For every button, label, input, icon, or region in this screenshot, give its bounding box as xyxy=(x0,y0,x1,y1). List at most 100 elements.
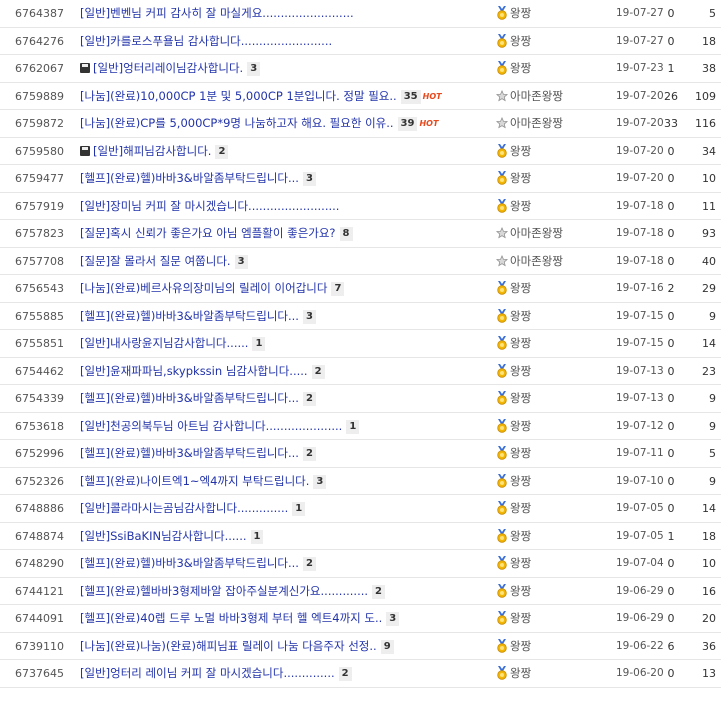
medal-icon xyxy=(497,143,507,158)
list-item: 6759872 [나눔](완료)CP를 5,000CP*9명 나눔하고자 해요.… xyxy=(0,110,721,138)
post-title-link[interactable]: [헬프](완료)헬)바바3&바알좀부탁드립니다... 2 xyxy=(80,385,490,412)
comment-count-badge[interactable]: 2 xyxy=(302,392,316,406)
post-author[interactable]: 아마존왕짱 xyxy=(496,220,611,247)
post-author[interactable]: 왕짱 xyxy=(496,28,611,55)
post-author[interactable]: 아마존왕짱 xyxy=(496,248,611,275)
view-count: 16 xyxy=(702,584,716,598)
post-title-link[interactable]: [나눔](완료)CP를 5,000CP*9명 나눔하고자 해요. 필요한 이유.… xyxy=(80,110,490,137)
post-author[interactable]: 왕짱 xyxy=(496,55,611,82)
recommend-count: 0 xyxy=(667,172,675,185)
post-title-link[interactable]: [일반]윤재파파님,skypkssin 님감사합니다..... 2 xyxy=(80,358,490,385)
post-title-link[interactable]: [일반]천공의북두님 아트님 감사합니다....................… xyxy=(80,413,490,440)
post-title-link[interactable]: [헬프](완료)나이트엑1~엑4까지 부탁드립니다. 3 xyxy=(80,468,490,495)
comment-count-badge[interactable]: 3 xyxy=(302,172,316,186)
post-author[interactable]: 왕짱 xyxy=(496,495,611,522)
view-count: 116 xyxy=(695,117,716,130)
post-title-link[interactable]: [헬프](완료)헬)바바3&바알좀부탁드립니다... 2 xyxy=(80,550,490,577)
comment-count-badge[interactable]: 1 xyxy=(250,529,264,544)
author-name: 아마존왕짱 xyxy=(510,253,563,268)
post-author[interactable]: 왕짱 xyxy=(496,440,611,467)
comment-count-badge[interactable]: 2 xyxy=(372,584,386,599)
post-author[interactable]: 왕짱 xyxy=(496,633,611,660)
post-title-link[interactable]: [나눔](완료)베르사유의장미님의 릴레이 이어갑니다 7 xyxy=(80,275,490,302)
post-title-text: [일반]카를로스푸욜님 감사합니다.......................… xyxy=(80,33,333,48)
medal-icon xyxy=(497,198,507,213)
comment-count-badge[interactable]: 1 xyxy=(346,419,360,434)
comment-count-badge[interactable]: 3 xyxy=(302,309,316,324)
medal-icon xyxy=(497,611,507,625)
comment-count-badge[interactable]: 1 xyxy=(252,337,266,351)
post-author[interactable]: 왕짱 xyxy=(496,413,611,440)
post-title-link[interactable]: [일반]카를로스푸욜님 감사합니다.......................… xyxy=(80,28,490,55)
author-name: 왕짱 xyxy=(510,583,532,598)
medal-icon xyxy=(497,171,507,185)
comment-count-badge[interactable]: 35 xyxy=(400,89,421,104)
post-author[interactable]: 왕짱 xyxy=(496,578,611,605)
comment-count-badge[interactable]: 2 xyxy=(311,364,325,379)
comment-count-badge[interactable]: 3 xyxy=(386,612,400,626)
star-icon xyxy=(496,254,508,266)
post-title-link[interactable]: [일반]SsiBaKIN님감사합니다...... 1 xyxy=(80,523,490,550)
comment-count-badge[interactable]: 2 xyxy=(215,144,229,159)
view-count: 11 xyxy=(702,199,716,213)
post-author[interactable]: 왕짱 xyxy=(496,550,611,577)
author-name: 왕짱 xyxy=(510,33,532,48)
post-number: 6757823 xyxy=(15,227,64,240)
post-title-link[interactable]: [헬프](완료)헬)바바3&바알좀부탁드립니다... 2 xyxy=(80,440,490,467)
post-title-link[interactable]: [헬프](완료)헬)바바3&바알좀부탁드립니다... 3 xyxy=(80,303,490,330)
post-title-link[interactable]: [일반]콜라마시는곰님감사합니다.............. 1 xyxy=(80,495,490,522)
medal-icon xyxy=(497,446,507,460)
post-author[interactable]: 아마존왕짱 xyxy=(496,110,611,137)
post-author[interactable]: 왕짱 xyxy=(496,303,611,330)
post-author[interactable]: 왕짱 xyxy=(496,385,611,412)
post-title-link[interactable]: [헬프](완료)헬바바3형제바알 잡아주실분계신가요............. 2 xyxy=(80,578,490,605)
comment-count-badge[interactable]: 2 xyxy=(302,557,316,571)
comment-count-badge[interactable]: 3 xyxy=(234,254,248,269)
post-author[interactable]: 왕짱 xyxy=(496,605,611,632)
post-title-link[interactable]: [나눔](완료)10,000CP 1분 및 5,000CP 1분입니다. 정말 … xyxy=(80,83,490,110)
post-author[interactable]: 왕짱 xyxy=(496,193,611,220)
post-number: 6757708 xyxy=(15,254,64,268)
post-author[interactable]: 왕짱 xyxy=(496,330,611,357)
post-title-link[interactable]: [나눔](완료)나눔)(완료)해피님표 릴레이 나눔 다음주자 선정.. 9 xyxy=(80,633,490,660)
post-title-link[interactable]: [일반]내사랑윤지님감사합니다...... 1 xyxy=(80,330,490,357)
post-title-link[interactable]: [일반]장미님 커피 잘 마시겠습니다.....................… xyxy=(80,193,490,220)
post-title-link[interactable]: [일반]벤벤님 커피 감사히 잘 마실게요...................… xyxy=(80,0,490,27)
post-author[interactable]: 왕짱 xyxy=(496,468,611,495)
comment-count-badge[interactable]: 9 xyxy=(380,639,394,654)
post-title-link[interactable]: [일반]엉터리 레이님 커피 잘 마시겠습니다.............. 2 xyxy=(80,660,490,687)
post-author[interactable]: 왕짱 xyxy=(496,165,611,192)
comment-count-badge[interactable]: 39 xyxy=(397,117,418,131)
post-title-link[interactable]: [질문]혹시 신뢰가 좋은가요 아님 엠플활이 좋은가요? 8 xyxy=(80,220,490,247)
post-author[interactable]: 왕짱 xyxy=(496,0,611,27)
post-author[interactable]: 왕짱 xyxy=(496,138,611,165)
post-author[interactable]: 아마존왕짱 xyxy=(496,83,611,110)
comment-count-badge[interactable]: 7 xyxy=(331,282,345,296)
post-title-link[interactable]: [일반]해피님감사합니다. 2 xyxy=(80,138,490,165)
view-count: 9 xyxy=(709,392,716,405)
post-author[interactable]: 왕짱 xyxy=(496,660,611,687)
list-item: 6755851 [일반]내사랑윤지님감사합니다...... 1 왕짱 19-07-… xyxy=(0,330,721,358)
post-author[interactable]: 왕짱 xyxy=(496,275,611,302)
medal-icon xyxy=(497,638,507,653)
post-author[interactable]: 왕짱 xyxy=(496,523,611,550)
view-count: 18 xyxy=(702,34,716,48)
comment-count-badge[interactable]: 8 xyxy=(339,227,353,241)
post-author[interactable]: 왕짱 xyxy=(496,358,611,385)
post-title-link[interactable]: [일반]엉터리레이님감사합니다. 3 xyxy=(80,55,490,82)
post-title-link[interactable]: [헬프](완료)헬)바바3&바알좀부탁드립니다... 3 xyxy=(80,165,490,192)
comment-count-badge[interactable]: 3 xyxy=(247,62,261,76)
star-icon xyxy=(496,116,508,129)
post-title-link[interactable]: [헬프](완료)40렙 드루 노멀 바바3형제 부터 헬 엑트4까지 도.. 3 xyxy=(80,605,490,632)
author-name: 왕짱 xyxy=(510,446,532,460)
comment-count-badge[interactable]: 2 xyxy=(338,667,352,681)
post-number: 6764387 xyxy=(15,7,64,20)
recommend-count: 0 xyxy=(667,392,675,405)
view-count: 5 xyxy=(709,447,716,460)
post-title-link[interactable]: [질문]잘 몰라서 질문 여쭙니다. 3 xyxy=(80,248,490,275)
comment-count-badge[interactable]: 2 xyxy=(302,447,316,461)
comment-count-badge[interactable]: 1 xyxy=(292,502,306,516)
author-name: 왕짱 xyxy=(510,638,532,653)
post-title-text: [헬프](완료)헬)바바3&바알좀부탁드립니다... xyxy=(80,171,299,185)
comment-count-badge[interactable]: 3 xyxy=(313,474,327,489)
